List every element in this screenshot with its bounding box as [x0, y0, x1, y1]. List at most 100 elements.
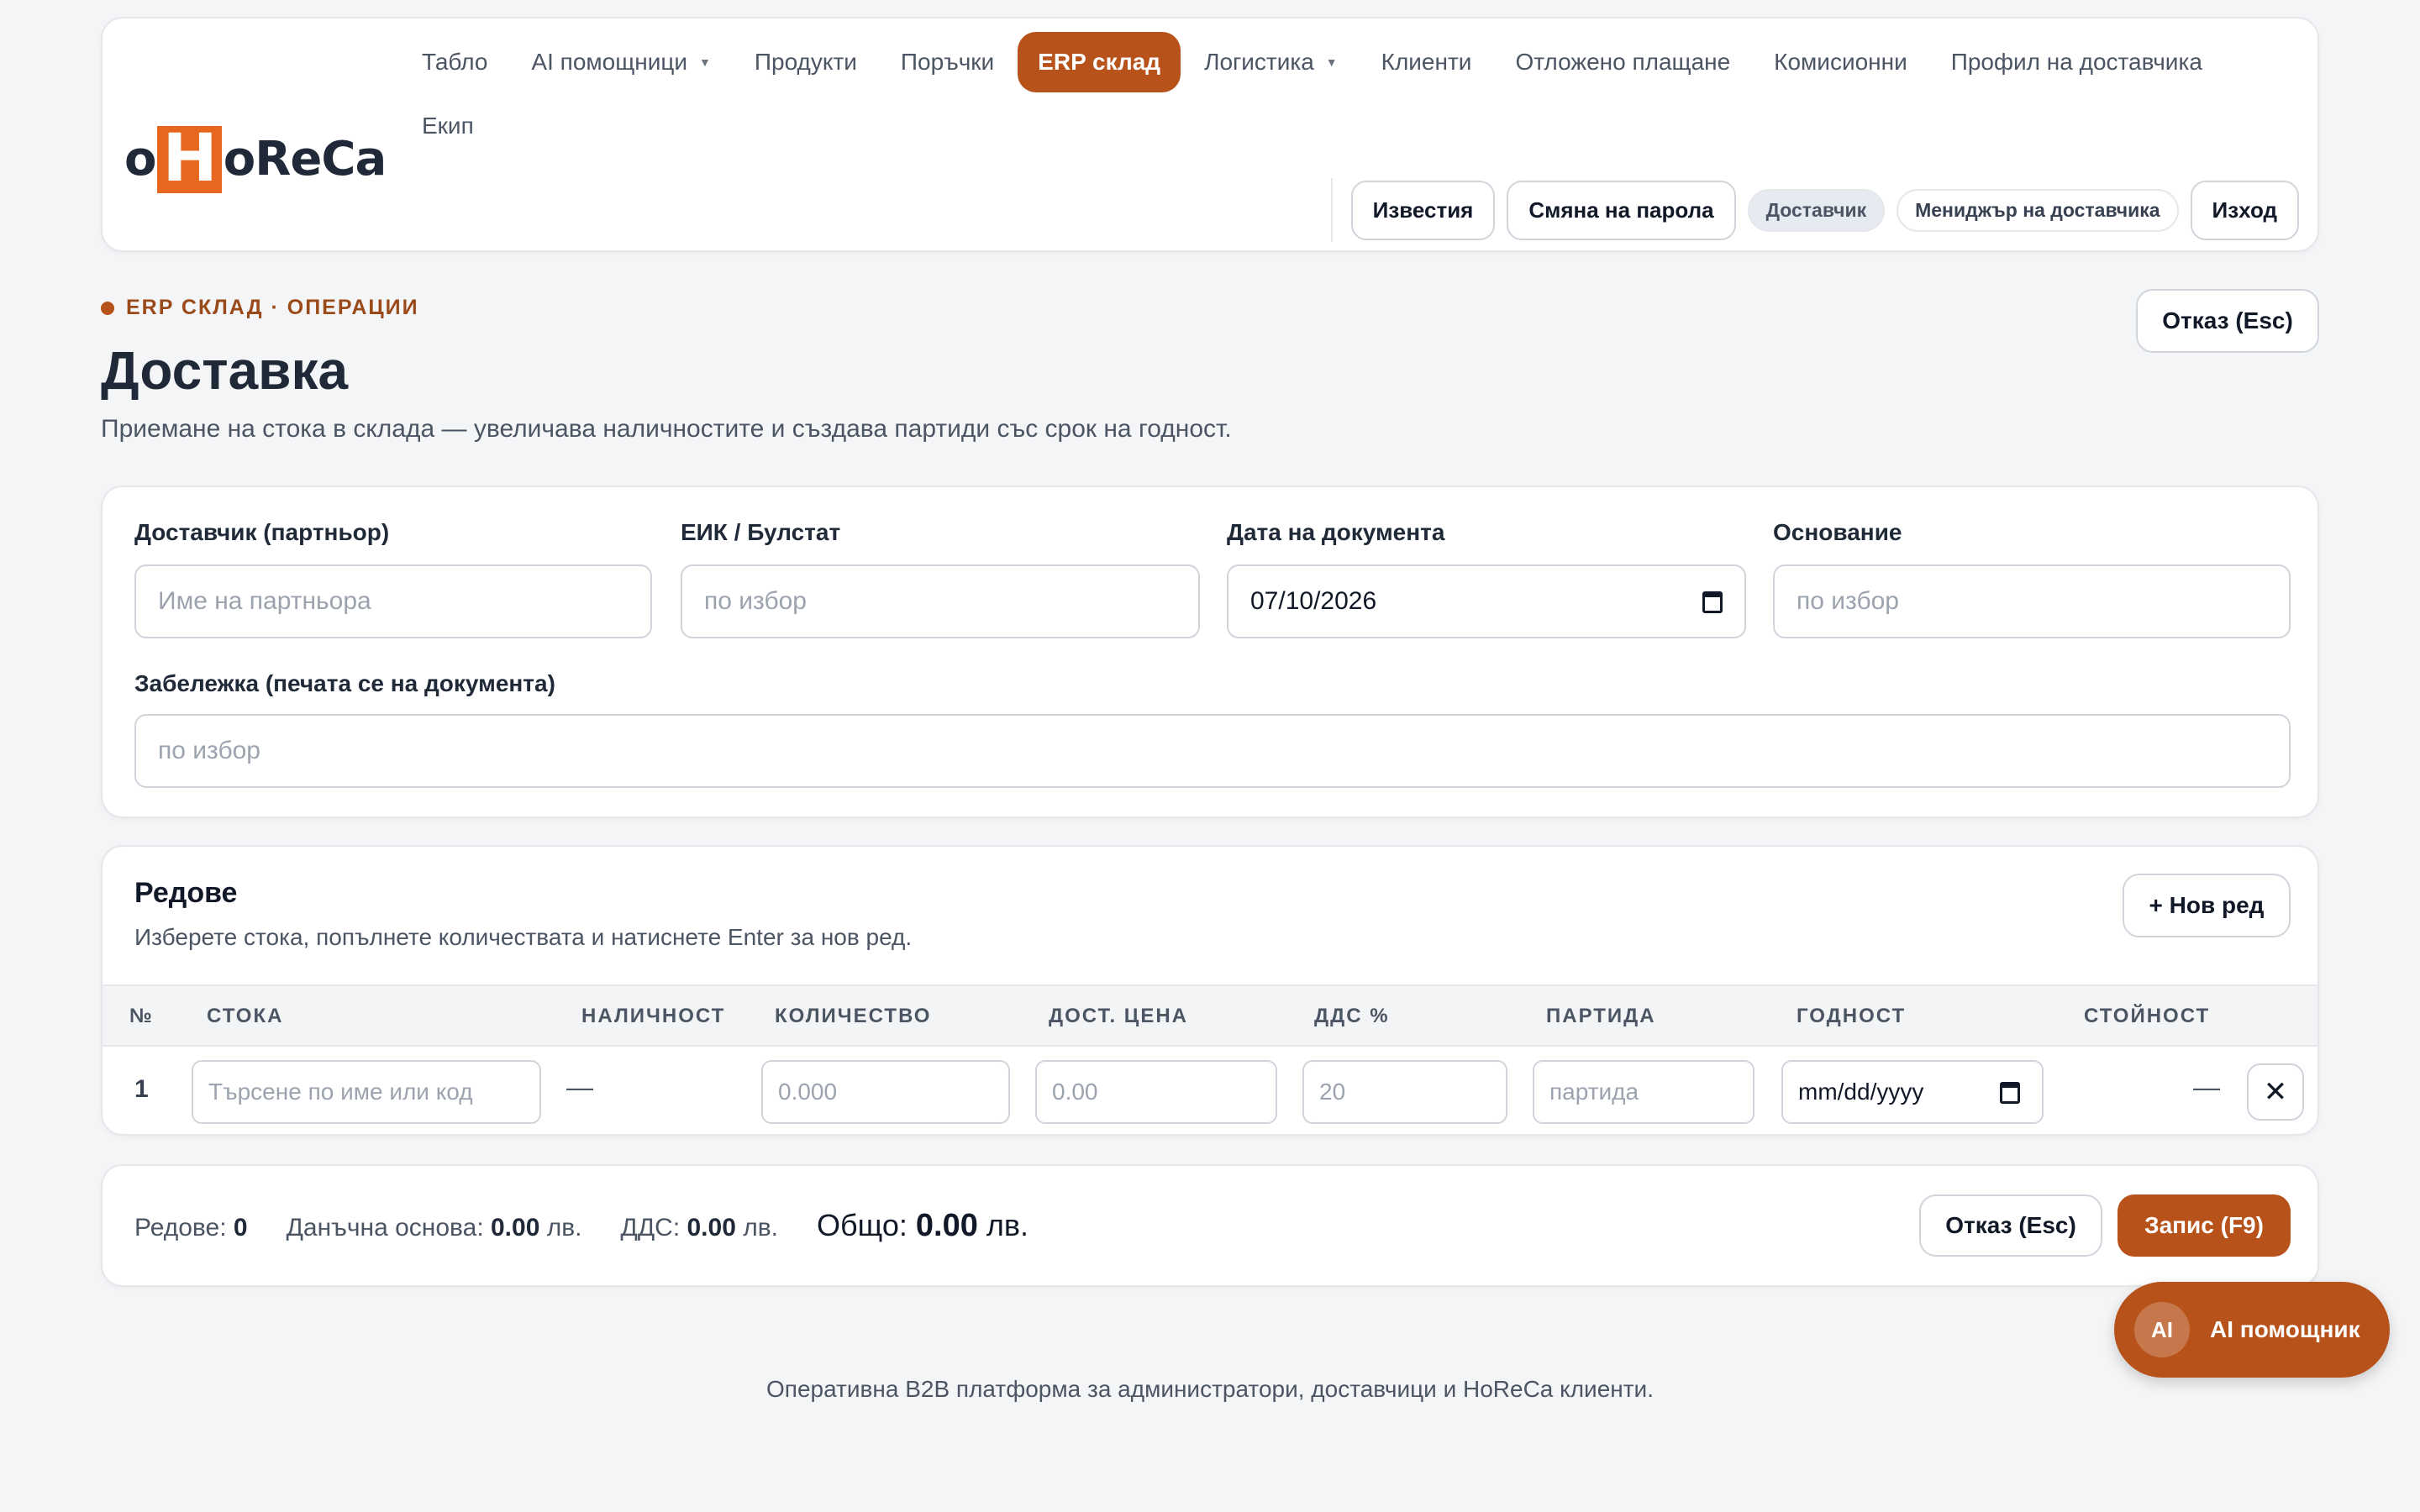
quantity-input[interactable]: 0.000 [761, 1060, 1010, 1124]
document-form: Доставчик (партньор) Име на партньора ЕИ… [101, 486, 2319, 818]
eik-input[interactable]: по избор [681, 564, 1200, 638]
vat-total-label: ДДС: [620, 1214, 681, 1242]
supplier-input[interactable]: Име на партньора [134, 564, 652, 638]
column-header-expiry: ГОДНОСТ [1797, 1005, 1907, 1027]
caret-down-icon: ▼ [699, 55, 711, 69]
currency-label: лв. [986, 1208, 1029, 1242]
nav-label: Екип [422, 113, 474, 139]
rows-count-value: 0 [233, 1214, 248, 1242]
nav-item-commissions[interactable]: Комисионни [1754, 32, 1928, 92]
row-number: 1 [134, 1075, 149, 1103]
add-row-button[interactable]: + Нов ред [2123, 874, 2291, 937]
save-button[interactable]: Запис (F9) [2118, 1194, 2291, 1257]
grand-total-label: Общо: [817, 1208, 908, 1242]
cancel-button[interactable]: Отказ (Esc) [1919, 1194, 2102, 1257]
role-badge: Доставчик [1747, 188, 1886, 232]
nav-label: Поръчки [900, 49, 995, 75]
nav-item-orders[interactable]: Поръчки [881, 32, 1014, 92]
header-actions: Известия Смяна на парола Доставчик Менид… [1330, 178, 2299, 242]
lines-section: Редове Изберете стока, попълнете количес… [101, 845, 2319, 1136]
nav-label: Отложено плащане [1515, 49, 1731, 75]
rows-count: Редове: 0 [134, 1214, 248, 1242]
currency-label: лв. [743, 1214, 779, 1242]
nav-item-logistics[interactable]: Логистика ▼ [1184, 32, 1358, 92]
remove-row-button[interactable]: ✕ [2247, 1063, 2304, 1121]
note-input[interactable]: по избор [134, 714, 2291, 788]
nav-label: AI помощници [531, 49, 688, 75]
nav-item-products[interactable]: Продукти [734, 32, 877, 92]
nav-item-clients[interactable]: Клиенти [1361, 32, 1492, 92]
nav-label: ERP склад [1038, 49, 1161, 75]
date-label: Дата на документа [1227, 519, 1445, 545]
nav-label: Продукти [754, 49, 857, 75]
totals-bar: Редове: 0 Данъчна основа: 0.00 лв. ДДС: … [101, 1164, 2319, 1287]
main-nav: Табло AI помощници ▼ Продукти Поръчки ERP… [402, 32, 2292, 156]
ai-badge-icon: AI [2134, 1302, 2190, 1357]
change-password-button[interactable]: Смяна на парола [1507, 180, 1736, 240]
batch-input[interactable]: партида [1533, 1060, 1754, 1124]
currency-label: лв. [546, 1214, 582, 1242]
status-dot-icon [101, 301, 114, 315]
calendar-icon[interactable] [1702, 591, 1723, 613]
column-header-num: № [129, 1005, 154, 1027]
expiry-placeholder: mm/dd/yyyy [1798, 1079, 1924, 1105]
nav-item-supplier-profile[interactable]: Профил на доставчика [1931, 32, 2223, 92]
calendar-icon[interactable] [2000, 1082, 2020, 1104]
cancel-top-button[interactable]: Отказ (Esc) [2136, 289, 2319, 353]
vat-input[interactable]: 20 [1302, 1060, 1507, 1124]
nav-item-ai-assistants[interactable]: AI помощници ▼ [511, 32, 730, 92]
nav-label: Комисионни [1774, 49, 1907, 75]
top-header: o HoReCa Табло AI помощници ▼ Продукти Пор… [101, 17, 2319, 252]
column-header-batch: ПАРТИДА [1546, 1005, 1656, 1027]
page-footer: Оперативна B2B платформа за администрато… [766, 1376, 1654, 1402]
logo-text-h: H [157, 126, 222, 193]
page-eyebrow: ERP СКЛАД · ОПЕРАЦИИ [101, 296, 419, 320]
date-value: 07/10/2026 [1250, 587, 1377, 615]
tax-base: Данъчна основа: 0.00 лв. [287, 1214, 582, 1242]
row-value: — [2193, 1072, 2220, 1102]
basis-label: Основание [1773, 519, 1902, 545]
column-header-vat: ДДС % [1314, 1005, 1390, 1027]
logo-text-o: o [124, 132, 156, 186]
totals-summary: Редове: 0 Данъчна основа: 0.00 лв. ДДС: … [134, 1208, 1028, 1244]
grand-total: Общо: 0.00 лв. [817, 1208, 1028, 1244]
caret-down-icon: ▼ [1325, 55, 1338, 69]
item-search-input[interactable]: Търсене по име или код [192, 1060, 541, 1124]
page-subtitle: Приемане на стока в склада — увеличава н… [101, 415, 1232, 443]
nav-label: Логистика [1204, 49, 1314, 75]
logo-text-rest: oReCa [223, 132, 387, 186]
basis-input[interactable]: по избор [1773, 564, 2291, 638]
nav-item-deferred-payment[interactable]: Отложено плащане [1495, 32, 1750, 92]
eik-label: ЕИК / Булстат [681, 519, 841, 545]
nav-label: Клиенти [1381, 49, 1472, 75]
vat-total-value: 0.00 [687, 1214, 736, 1242]
expiry-date-input[interactable]: mm/dd/yyyy [1781, 1060, 2044, 1124]
document-date-input[interactable]: 07/10/2026 [1227, 564, 1746, 638]
column-header-value: СТОЙНОСТ [2084, 1005, 2211, 1027]
grand-total-value: 0.00 [915, 1208, 978, 1243]
lines-title: Редове [134, 877, 238, 909]
brand-logo[interactable]: o HoReCa [124, 102, 387, 193]
logout-button[interactable]: Изход [2190, 180, 2299, 240]
stock-value: — [566, 1072, 593, 1102]
note-label: Забележка (печата се на документа) [134, 670, 555, 696]
divider [1330, 178, 1333, 242]
nav-item-dashboard[interactable]: Табло [402, 32, 508, 92]
nav-label: Профил на доставчика [1950, 49, 2202, 75]
eyebrow-text: ERP СКЛАД · ОПЕРАЦИИ [126, 296, 419, 319]
column-header-stock: НАЛИЧНОСТ [581, 1005, 726, 1027]
rows-count-label: Редове: [134, 1214, 227, 1242]
nav-label: Табло [422, 49, 488, 75]
page-title: Доставка [101, 340, 349, 401]
ai-assistant-label: AI помощник [2210, 1316, 2360, 1342]
notifications-button[interactable]: Известия [1350, 180, 1496, 240]
price-input[interactable]: 0.00 [1035, 1060, 1277, 1124]
nav-item-erp-warehouse[interactable]: ERP склад [1018, 32, 1181, 92]
table-header: № СТОКА НАЛИЧНОСТ КОЛИЧЕСТВО ДОСТ. ЦЕНА … [103, 984, 2317, 1047]
column-header-qty: КОЛИЧЕСТВО [775, 1005, 932, 1027]
supplier-label: Доставчик (партньор) [134, 519, 390, 545]
role-badge-manager: Мениджър на доставчика [1897, 188, 2179, 232]
ai-assistant-button[interactable]: AI AI помощник [2114, 1282, 2390, 1378]
column-header-price: ДОСТ. ЦЕНА [1049, 1005, 1188, 1027]
nav-item-team[interactable]: Екип [402, 96, 494, 156]
